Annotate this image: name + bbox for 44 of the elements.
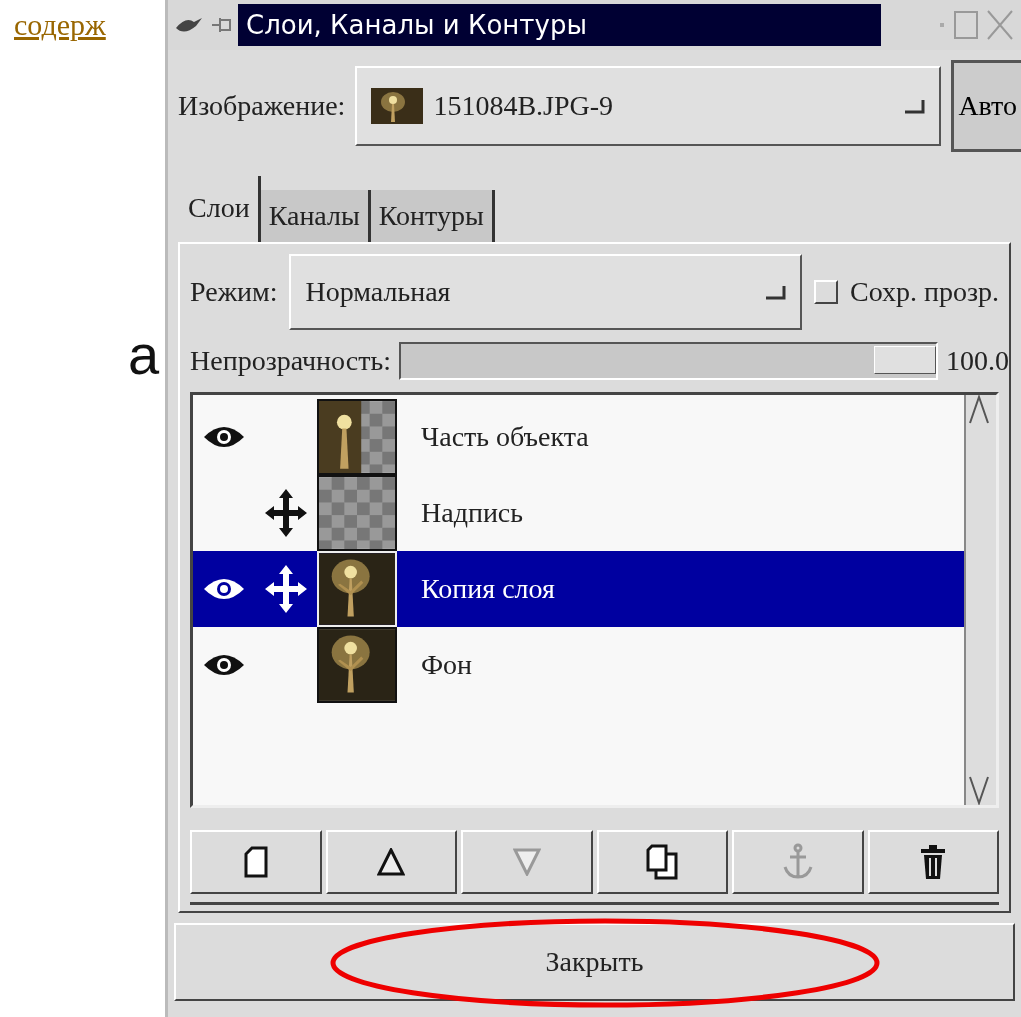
layer-tool-button[interactable] bbox=[325, 830, 457, 894]
layer-tool-button[interactable] bbox=[596, 830, 728, 894]
duplicate-icon bbox=[646, 844, 679, 880]
page-text: а bbox=[128, 322, 161, 387]
image-dropdown[interactable]: 151084B.JPG-9 bbox=[355, 66, 942, 146]
layer-row[interactable]: Фон bbox=[193, 627, 964, 703]
down-triangle-icon bbox=[512, 848, 541, 876]
tab[interactable]: Каналы bbox=[260, 190, 371, 242]
scroll-up-icon[interactable] bbox=[966, 395, 992, 425]
layer-row[interactable]: Надпись bbox=[193, 475, 964, 551]
move-icon[interactable] bbox=[264, 488, 308, 538]
trash-icon bbox=[919, 843, 948, 881]
image-label: Изображение: bbox=[178, 90, 346, 122]
window-title: Слои, Каналы и Контуры bbox=[238, 4, 881, 46]
mode-value: Нормальная bbox=[305, 276, 451, 308]
opacity-slider[interactable] bbox=[399, 342, 938, 380]
layer-tool-button[interactable] bbox=[867, 830, 999, 894]
scroll-down-icon[interactable] bbox=[966, 775, 992, 805]
checkbox-label: Сохр. прозр. bbox=[849, 276, 999, 308]
dropdown-indicator-icon bbox=[763, 284, 786, 300]
contents-link[interactable]: содерж bbox=[14, 8, 165, 42]
image-name: 151084B.JPG-9 bbox=[433, 90, 614, 122]
layer-name: Копия слоя bbox=[421, 573, 555, 605]
scrollbar[interactable] bbox=[964, 395, 996, 805]
close-button[interactable]: Закрыть bbox=[174, 923, 1015, 1001]
tab[interactable]: Контуры bbox=[370, 190, 495, 242]
move-icon[interactable] bbox=[264, 564, 308, 614]
layer-tool-button[interactable] bbox=[190, 830, 322, 894]
slider-thumb[interactable] bbox=[874, 346, 936, 374]
checkbox[interactable] bbox=[813, 280, 838, 304]
layer-row[interactable]: Часть объекта bbox=[193, 399, 964, 475]
layer-name: Часть объекта bbox=[421, 421, 589, 453]
mode-dropdown[interactable]: Нормальная bbox=[289, 254, 802, 330]
layer-row[interactable]: Копия слоя bbox=[193, 551, 964, 627]
dropdown-indicator-icon bbox=[903, 98, 926, 114]
layer-name: Надпись bbox=[421, 497, 524, 529]
opacity-label: Непрозрачность: bbox=[190, 345, 391, 377]
opacity-value: 100.0 bbox=[946, 345, 1009, 377]
up-triangle-icon bbox=[377, 848, 406, 876]
auto-button[interactable]: Авто bbox=[951, 60, 1021, 152]
layer-name: Фон bbox=[421, 649, 473, 681]
new-layer-icon bbox=[243, 846, 268, 878]
anchor-icon bbox=[781, 843, 814, 881]
mode-label: Режим: bbox=[190, 276, 278, 308]
